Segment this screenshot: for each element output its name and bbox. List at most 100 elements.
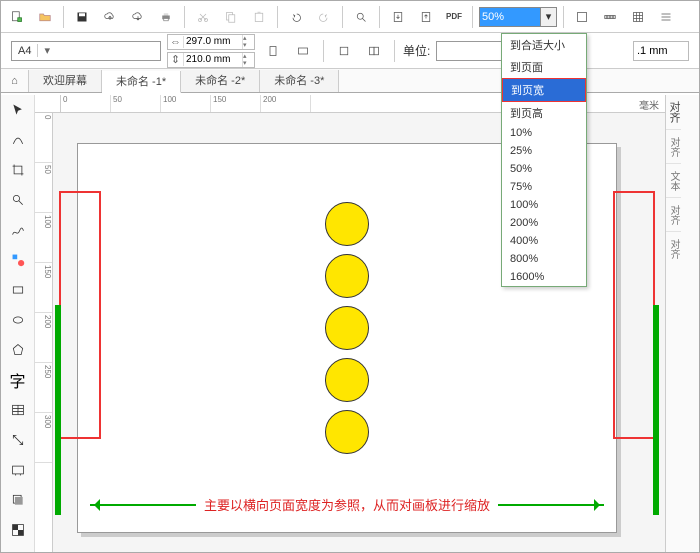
table-tool[interactable] bbox=[5, 397, 31, 423]
zoom-menu-item[interactable]: 25% bbox=[502, 142, 586, 160]
text-tool[interactable]: 字 bbox=[5, 367, 31, 393]
circle-shape[interactable] bbox=[325, 202, 369, 246]
zoom-menu-item[interactable]: 100% bbox=[502, 196, 586, 214]
fullscreen-button[interactable] bbox=[570, 5, 594, 29]
annotation-green-bar-right bbox=[653, 305, 659, 515]
save-button[interactable] bbox=[70, 5, 94, 29]
document-tab[interactable]: 欢迎屏幕 bbox=[29, 70, 102, 92]
zoom-menu-item[interactable]: 到合适大小 bbox=[502, 34, 586, 56]
paper-size-value: A4 bbox=[12, 45, 37, 57]
ruler-tick: 300 bbox=[35, 413, 52, 463]
paste-button[interactable] bbox=[247, 5, 271, 29]
docker-panel: 对齐 对齐文本对齐对齐 bbox=[665, 95, 699, 552]
cloud-download-button[interactable] bbox=[126, 5, 150, 29]
shape-tool[interactable] bbox=[5, 127, 31, 153]
page-height-input[interactable] bbox=[184, 54, 242, 65]
document-tab[interactable]: 未命名 -2* bbox=[181, 70, 260, 92]
cloud-upload-button[interactable] bbox=[98, 5, 122, 29]
outline-width-input[interactable] bbox=[633, 41, 689, 61]
docker-title[interactable]: 对齐 bbox=[666, 95, 682, 129]
zoom-menu-item[interactable]: 400% bbox=[502, 232, 586, 250]
landscape-button[interactable] bbox=[291, 39, 315, 63]
zoom-menu-item[interactable]: 1600% bbox=[502, 268, 586, 286]
zoom-menu-item[interactable]: 200% bbox=[502, 214, 586, 232]
crop-tool[interactable] bbox=[5, 157, 31, 183]
width-icon: ⇔ bbox=[168, 36, 184, 48]
document-tab[interactable]: 未命名 -1* bbox=[102, 71, 181, 93]
polygon-tool[interactable] bbox=[5, 337, 31, 363]
open-button[interactable] bbox=[33, 5, 57, 29]
zoom-dropdown-icon[interactable]: ▾ bbox=[540, 8, 556, 26]
arrow-right bbox=[498, 504, 604, 506]
zoom-menu-item[interactable]: 到页面 bbox=[502, 56, 586, 78]
zoom-combo[interactable]: ▾ bbox=[479, 7, 557, 27]
copy-button[interactable] bbox=[219, 5, 243, 29]
export-button[interactable] bbox=[414, 5, 438, 29]
ruler-tick: 50 bbox=[111, 95, 161, 112]
docker-item[interactable]: 对齐 bbox=[666, 231, 681, 265]
zoom-menu-item[interactable]: 到页高 bbox=[502, 102, 586, 124]
dimension-tool[interactable] bbox=[5, 427, 31, 453]
ruler-vertical: 050100150200250300 bbox=[35, 113, 53, 552]
undo-button[interactable] bbox=[284, 5, 308, 29]
page-width-field[interactable]: ⇔ ▴▾ bbox=[167, 34, 255, 50]
arrow-left bbox=[90, 504, 196, 506]
paper-size-combo[interactable]: A4 ▾ bbox=[11, 41, 161, 61]
circle-shape[interactable] bbox=[325, 306, 369, 350]
rulers-button[interactable] bbox=[598, 5, 622, 29]
ruler-tick: 100 bbox=[161, 95, 211, 112]
zoom-menu-item[interactable]: 800% bbox=[502, 250, 586, 268]
artistic-tool[interactable] bbox=[5, 247, 31, 273]
page-width-input[interactable] bbox=[184, 36, 242, 47]
page-height-field[interactable]: ⇕ ▴▾ bbox=[167, 52, 255, 68]
cut-button[interactable] bbox=[191, 5, 215, 29]
options-button[interactable] bbox=[654, 5, 678, 29]
pdf-button[interactable]: PDF bbox=[442, 5, 466, 29]
document-tabs: ⌂ 欢迎屏幕未命名 -1*未命名 -2*未命名 -3* bbox=[1, 69, 699, 93]
transparency-tool[interactable] bbox=[5, 517, 31, 543]
ruler-tick: 100 bbox=[35, 213, 52, 263]
connector-tool[interactable] bbox=[5, 457, 31, 483]
redo-button[interactable] bbox=[312, 5, 336, 29]
pages-button-1[interactable] bbox=[332, 39, 356, 63]
import-button[interactable] bbox=[386, 5, 410, 29]
zoom-menu-item[interactable]: 到页宽 bbox=[502, 78, 586, 102]
docker-item[interactable]: 对齐 bbox=[666, 129, 681, 163]
ruler-tick: 50 bbox=[35, 163, 52, 213]
zoom-tool[interactable] bbox=[5, 187, 31, 213]
docker-item[interactable]: 文本 bbox=[666, 163, 681, 197]
ruler-tick: 0 bbox=[35, 113, 52, 163]
app-frame: PDF ▾ A4 ▾ ⇔ ▴▾ ⇕ ▴▾ bbox=[0, 0, 700, 553]
toolbox: 字 bbox=[1, 95, 35, 552]
ruler-tick: 150 bbox=[35, 263, 52, 313]
work-area: 字 050100150200 毫米 050100150200250300 主要以… bbox=[1, 95, 699, 552]
ellipse-tool[interactable] bbox=[5, 307, 31, 333]
document-tab[interactable]: 未命名 -3* bbox=[260, 70, 339, 92]
zoom-menu-item[interactable]: 50% bbox=[502, 160, 586, 178]
print-button[interactable] bbox=[154, 5, 178, 29]
main-toolbar: PDF ▾ bbox=[1, 1, 699, 33]
height-icon: ⇕ bbox=[168, 53, 184, 66]
annotation-arrow: 主要以横向页面宽度为参照，从而对画板进行缩放 bbox=[90, 495, 604, 514]
rectangle-tool[interactable] bbox=[5, 277, 31, 303]
pages-button-2[interactable] bbox=[362, 39, 386, 63]
annotation-red-box-right bbox=[613, 191, 655, 439]
docker-item[interactable]: 对齐 bbox=[666, 197, 681, 231]
text-tool-label: 字 bbox=[10, 368, 26, 392]
zoom-input[interactable] bbox=[480, 8, 540, 26]
ruler-unit-label: 毫米 bbox=[639, 97, 659, 112]
grid-button[interactable] bbox=[626, 5, 650, 29]
circle-shape[interactable] bbox=[325, 254, 369, 298]
home-tab-icon[interactable]: ⌂ bbox=[1, 70, 29, 92]
new-button[interactable] bbox=[5, 5, 29, 29]
circle-shape[interactable] bbox=[325, 358, 369, 402]
portrait-button[interactable] bbox=[261, 39, 285, 63]
zoom-menu-item[interactable]: 10% bbox=[502, 124, 586, 142]
drop-shadow-tool[interactable] bbox=[5, 487, 31, 513]
search-icon[interactable] bbox=[349, 5, 373, 29]
freehand-tool[interactable] bbox=[5, 217, 31, 243]
pick-tool[interactable] bbox=[5, 97, 31, 123]
circle-shape[interactable] bbox=[325, 410, 369, 454]
zoom-menu-item[interactable]: 75% bbox=[502, 178, 586, 196]
ruler-tick: 200 bbox=[35, 313, 52, 363]
